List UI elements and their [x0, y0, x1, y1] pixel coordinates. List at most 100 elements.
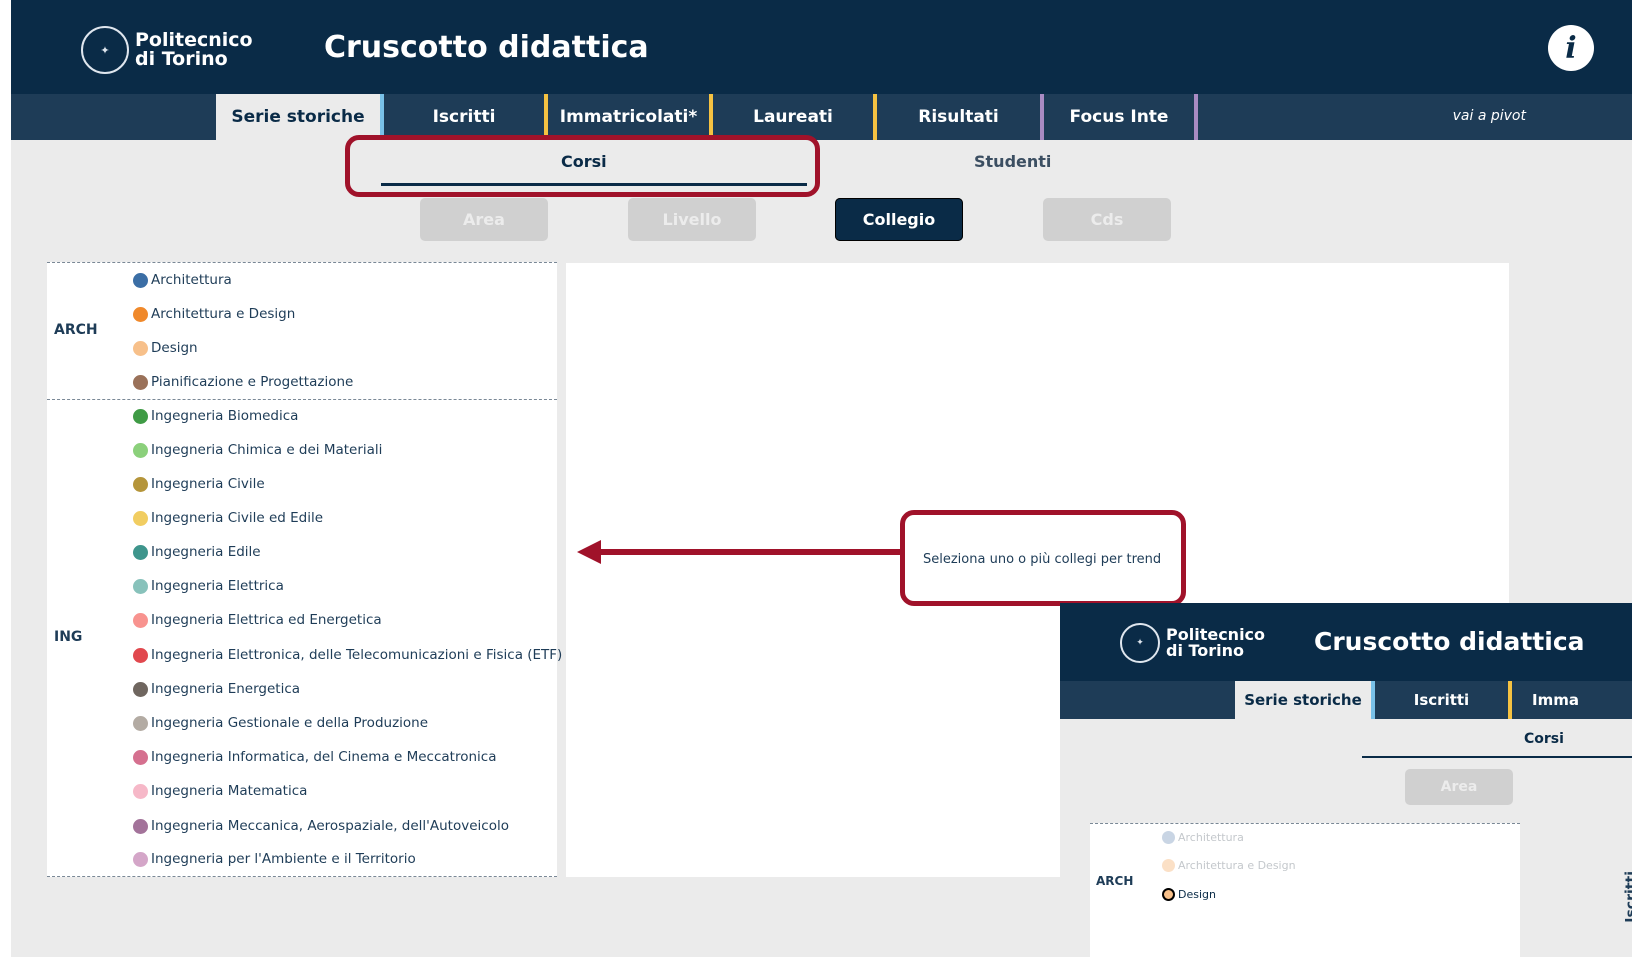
inset-vertical-label: Iscritti [1624, 871, 1632, 923]
tab-risultati[interactable]: Risultati [877, 94, 1040, 140]
chart-empty-message: Seleziona uno o più collegi per trend [923, 552, 1162, 567]
legend-item-label: Ingegneria Biomedica [151, 408, 299, 424]
inset-screenshot: ✦ Politecnico di Torino Cruscotto didatt… [1060, 603, 1632, 957]
filter-livello-button[interactable]: Livello [628, 198, 756, 241]
legend-item[interactable]: Ingegneria Elettrica ed Energetica [133, 612, 382, 628]
inset-legend-item-selected: Design [1162, 888, 1216, 901]
legend-item[interactable]: Ingegneria Matematica [133, 783, 307, 799]
app-title: Cruscotto didattica [324, 30, 649, 65]
legend-dot-icon [133, 612, 148, 628]
inset-subtab-underline [1362, 756, 1632, 758]
legend-dot-icon [133, 818, 148, 834]
legend-item-label: Architettura e Design [151, 306, 296, 322]
legend-item[interactable]: Ingegneria Energetica [133, 681, 300, 697]
tab-separator [1194, 94, 1198, 140]
legend-item-label: Ingegneria Gestionale e della Produzione [151, 715, 429, 731]
group-divider [47, 399, 557, 400]
legend-item[interactable]: Architettura e Design [133, 306, 295, 322]
inset-subtab-corsi: Corsi [1524, 731, 1564, 747]
inset-logo-text: Politecnico di Torino [1166, 627, 1265, 659]
inset-title: Cruscotto didattica [1314, 627, 1585, 656]
tab-serie-storiche[interactable]: Serie storiche [216, 94, 380, 140]
legend-item[interactable]: Ingegneria per l'Ambiente e il Territori… [133, 851, 416, 867]
legend-item-label: Ingegneria Elettrica ed Energetica [151, 612, 382, 628]
legend-item[interactable]: Ingegneria Gestionale e della Produzione [133, 715, 428, 731]
legend-dot-icon [133, 544, 148, 560]
legend-dot-icon [133, 647, 148, 663]
inset-logo-line-2: di Torino [1166, 641, 1245, 660]
highlight-box-corsi [345, 135, 820, 197]
legend-item-label: Ingegneria Edile [151, 544, 261, 560]
inset-tab-iscritti: Iscritti [1413, 691, 1470, 709]
legend-item-label: Ingegneria Chimica e dei Materiali [151, 442, 383, 458]
legend-item-label: Ingegneria Energetica [151, 681, 301, 697]
legend-item[interactable]: Ingegneria Biomedica [133, 408, 298, 424]
legend-item[interactable]: Ingegneria Elettronica, delle Telecomuni… [133, 647, 562, 663]
legend-dot-icon [133, 374, 148, 390]
filter-area-button[interactable]: Area [420, 198, 548, 241]
tab-immatricolati[interactable]: Immatricolati* [548, 94, 709, 140]
group-label-ing: ING [54, 629, 83, 645]
info-icon[interactable]: i [1548, 25, 1594, 71]
collegio-legend: ARCH ING Architettura Architettura e Desi… [47, 262, 562, 877]
subtab-studenti[interactable]: Studenti [974, 152, 1051, 171]
inset-legend-item: Architettura e Design [1162, 859, 1296, 872]
inset-legend-dot [1162, 888, 1175, 901]
inset-logo: ✦ Politecnico di Torino [1120, 623, 1265, 663]
legend-item-label: Ingegneria Elettronica, delle Telecomuni… [151, 647, 563, 663]
legend-item[interactable]: Pianificazione e Progettazione [133, 374, 353, 390]
legend-item-label: Ingegneria Informatica, del Cinema e Mec… [151, 749, 497, 765]
legend-dot-icon [133, 306, 148, 322]
legend-dot-icon [133, 272, 148, 288]
tab-laureati[interactable]: Laureati [713, 94, 873, 140]
legend-item-label: Ingegneria Civile ed Edile [151, 510, 324, 526]
legend-dot-icon [133, 408, 148, 424]
inset-seal-icon: ✦ [1120, 623, 1160, 663]
logo-line-2: di Torino [135, 48, 228, 70]
legend-item[interactable]: Ingegneria Edile [133, 544, 261, 560]
inset-legend-label: Design [1178, 888, 1216, 901]
app-window: ✦ Politecnico di Torino Cruscotto didatt… [11, 0, 1632, 957]
legend-item[interactable]: Ingegneria Civile [133, 476, 265, 492]
inset-group-arch: ARCH [1096, 874, 1134, 888]
legend-item-label: Architettura [151, 272, 232, 288]
tab-iscritti[interactable]: Iscritti [384, 94, 544, 140]
legend-item-label: Ingegneria Matematica [151, 783, 308, 799]
inset-tab-immatricolati: Imma [1532, 691, 1579, 709]
seal-icon: ✦ [81, 26, 129, 74]
tab-focus-inte[interactable]: Focus Inte [1044, 94, 1194, 140]
inset-legend-dot [1162, 831, 1175, 844]
inset-legend-label: Architettura [1178, 831, 1244, 844]
legend-item-label: Ingegneria Elettrica [151, 578, 284, 594]
legend-item[interactable]: Ingegneria Chimica e dei Materiali [133, 442, 382, 458]
legend-dot-icon [133, 340, 148, 356]
filter-cds-button[interactable]: Cds [1043, 198, 1171, 241]
inset-legend-label: Architettura e Design [1178, 859, 1296, 872]
legend-item[interactable]: Ingegneria Informatica, del Cinema e Mec… [133, 749, 496, 765]
legend-item-label: Ingegneria per l'Ambiente e il Territori… [151, 851, 416, 867]
legend-dot-icon [133, 749, 148, 765]
filter-collegio-button[interactable]: Collegio [835, 198, 963, 241]
inset-tab-serie-storiche: Serie storiche [1235, 681, 1371, 719]
legend-item[interactable]: Ingegneria Elettrica [133, 578, 284, 594]
legend-item[interactable]: Architettura [133, 272, 232, 288]
legend-item-label: Design [151, 340, 198, 356]
legend-item-label: Ingegneria Meccanica, Aerospaziale, dell… [151, 818, 509, 834]
logo: ✦ Politecnico di Torino [81, 26, 253, 74]
legend-item[interactable]: Ingegneria Civile ed Edile [133, 510, 323, 526]
logo-text: Politecnico di Torino [135, 31, 253, 69]
header: ✦ Politecnico di Torino Cruscotto didatt… [11, 0, 1632, 94]
legend-dot-icon [133, 476, 148, 492]
arrow-left-icon [577, 540, 601, 564]
annotation-arrow [600, 549, 903, 555]
legend-item-label: Pianificazione e Progettazione [151, 374, 354, 390]
inset-legend: ARCH Architettura Architettura e Design … [1090, 823, 1520, 957]
legend-dot-icon [133, 783, 148, 799]
legend-item[interactable]: Design [133, 340, 198, 356]
inset-header: ✦ Politecnico di Torino Cruscotto didatt… [1060, 603, 1632, 681]
legend-dot-icon [133, 442, 148, 458]
pivot-link[interactable]: vai a pivot [1453, 108, 1526, 124]
legend-item[interactable]: Ingegneria Meccanica, Aerospaziale, dell… [133, 818, 509, 834]
inset-legend-dot [1162, 859, 1175, 872]
legend-dot-icon [133, 578, 148, 594]
